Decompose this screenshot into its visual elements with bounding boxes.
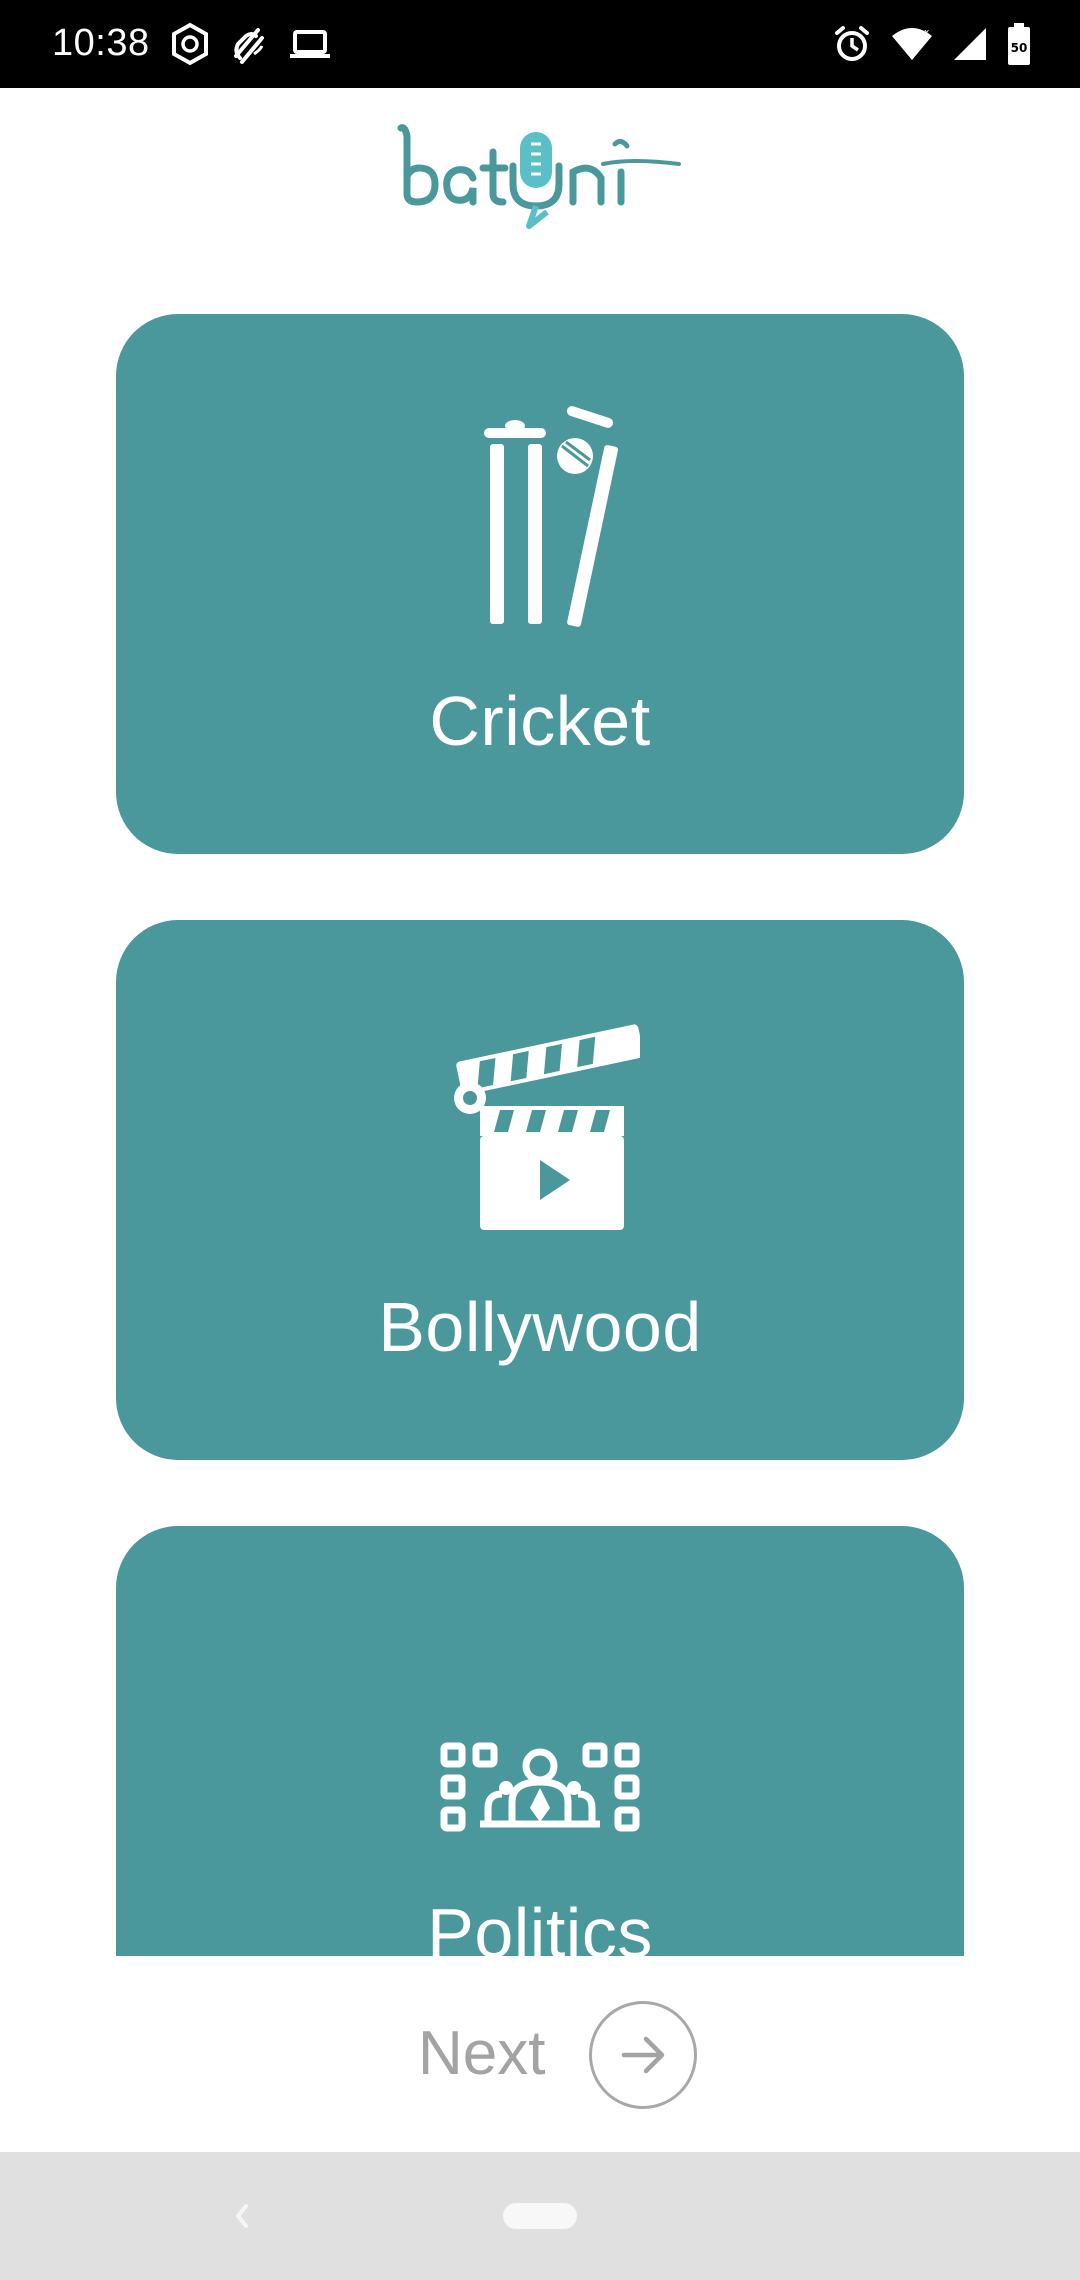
laptop-icon — [290, 30, 330, 58]
screen: 10:38 x 50 Cricket Bollywood Politics Ne… — [0, 0, 1080, 2280]
alarm-icon — [835, 26, 869, 61]
status-bar: 10:38 x 50 — [0, 0, 1080, 88]
arrow-right-icon — [621, 2036, 665, 2074]
svg-text:x: x — [924, 28, 930, 38]
cricket-wickets-icon — [484, 406, 619, 627]
battery-level-text: 50 — [1011, 41, 1028, 55]
settings-hex-icon — [172, 22, 208, 66]
battery-icon: 50 — [1008, 23, 1030, 65]
status-right-icons: x 50 — [832, 20, 1032, 68]
signal-icon — [954, 28, 986, 60]
navigation-bar — [0, 2152, 1080, 2280]
category-card-cricket[interactable]: Cricket — [116, 314, 964, 854]
next-button[interactable] — [589, 2001, 697, 2109]
clapperboard-icon — [454, 1024, 640, 1230]
status-left-icons — [170, 20, 332, 68]
mute-icon — [234, 28, 264, 64]
home-pill-icon[interactable] — [503, 2203, 577, 2229]
footer: Next — [0, 1956, 1080, 2152]
back-chevron-icon[interactable] — [222, 2192, 262, 2240]
category-card-bollywood[interactable]: Bollywood — [116, 920, 964, 1460]
app-header — [0, 88, 1080, 248]
category-card-politics[interactable]: Politics — [116, 1526, 964, 1956]
category-label: Bollywood — [378, 1288, 702, 1366]
category-list[interactable]: Cricket Bollywood Politics — [0, 248, 1080, 1956]
next-label[interactable]: Next — [418, 2018, 545, 2089]
status-time: 10:38 — [52, 22, 150, 64]
parliament-icon — [440, 1742, 640, 1832]
category-label: Politics — [427, 1894, 653, 1956]
batuni-logo — [397, 124, 681, 229]
category-label: Cricket — [429, 682, 651, 760]
wifi-icon: x — [892, 28, 932, 60]
